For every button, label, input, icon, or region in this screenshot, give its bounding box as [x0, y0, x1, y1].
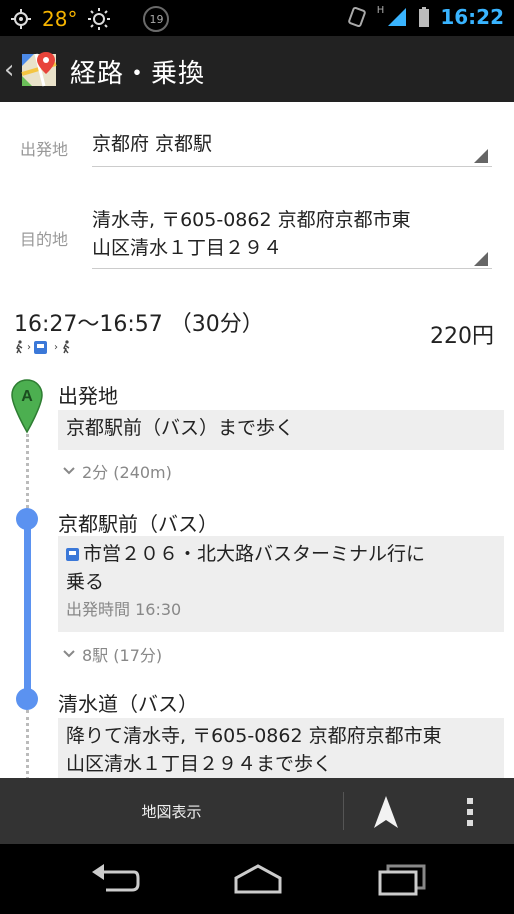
- origin-underline: [92, 166, 492, 167]
- destination-underline: [92, 268, 492, 269]
- action-bar: ‹ 経路・乗換: [0, 36, 514, 102]
- home-icon[interactable]: [230, 862, 286, 896]
- step-instruction-box[interactable]: 市営２０６・北大路バスターミナル行に 乗る 出発時間 16:30: [58, 536, 504, 632]
- origin-value: 京都府 京都駅: [92, 133, 213, 155]
- chevron-down-icon: [63, 467, 75, 475]
- bus-segment-line: [24, 518, 31, 700]
- bottom-action-bar: 地図表示: [0, 778, 514, 844]
- network-type: H: [376, 5, 385, 16]
- clock: 16:22: [440, 5, 504, 29]
- step-instruction-box[interactable]: 降りて清水寺, 〒605-0862 京都府京都市東 山区清水１丁目２９４まで歩く: [58, 718, 504, 780]
- step-instruction: 京都駅前（バス）まで歩く: [66, 417, 295, 439]
- overflow-menu-icon[interactable]: [458, 792, 482, 832]
- walk-icon: [63, 340, 70, 354]
- start-marker-label: A: [21, 388, 33, 405]
- step-title: 京都駅前（バス）: [58, 512, 218, 536]
- step-instruction: 降りて清水寺, 〒605-0862 京都府京都市東 山区清水１丁目２９４まで歩く: [58, 718, 504, 782]
- step-meta-text: 8駅 (17分): [82, 646, 163, 665]
- chevron-down-icon: [63, 650, 75, 658]
- step-instruction-line2: 山区清水１丁目２９４まで歩く: [66, 753, 333, 775]
- divider: [343, 792, 344, 830]
- walk-segment-line: [26, 710, 29, 780]
- step-title: 清水道（バス）: [58, 692, 198, 716]
- bus-icon: [34, 340, 47, 354]
- step-instruction-line1: 降りて清水寺, 〒605-0862 京都府京都市東: [66, 725, 442, 747]
- back-icon[interactable]: [88, 862, 140, 896]
- step-meta[interactable]: 8駅 (17分): [62, 642, 162, 666]
- maps-app-icon[interactable]: [20, 50, 60, 90]
- step-meta[interactable]: 2分 (240m): [62, 459, 172, 483]
- departure-time: 出発時間 16:30: [66, 600, 182, 619]
- stop-dot: [16, 688, 38, 710]
- temperature: 28°: [42, 7, 78, 31]
- step-instruction-line1: 市営２０６・北大路バスターミナル行に: [83, 543, 426, 565]
- route-time-range: 16:27〜16:57 （30分）: [14, 312, 264, 337]
- route-fare: 220円: [430, 324, 494, 349]
- step-instruction-line2: 乗る: [66, 571, 105, 593]
- destination-line2: 山区清水１丁目２９４: [92, 237, 283, 259]
- walk-segment-line: [26, 434, 29, 514]
- stop-dot: [16, 508, 38, 530]
- step-instruction-box[interactable]: 京都駅前（バス）まで歩く: [58, 410, 504, 450]
- start-marker-icon: A: [11, 379, 43, 434]
- route-mode-icons: › ›: [14, 340, 71, 354]
- rotate-icon: [347, 6, 366, 28]
- screen: 28° 19 H 16:22 ‹ 経路・乗換 出発地 京都府 京都駅 目的地 清…: [0, 0, 514, 914]
- recent-apps-icon[interactable]: [376, 862, 428, 896]
- destination-label: 目的地: [20, 230, 69, 249]
- walk-icon: [16, 340, 23, 354]
- destination-line1: 清水寺, 〒605-0862 京都府京都市東: [92, 209, 411, 231]
- signal-icon: [388, 8, 407, 26]
- origin-dropdown-icon[interactable]: [474, 149, 488, 163]
- step-title: 出発地: [58, 384, 118, 408]
- map-view-button[interactable]: 地図表示: [0, 778, 343, 844]
- destination-value: 清水寺, 〒605-0862 京都府京都市東 山区清水１丁目２９４: [92, 206, 411, 262]
- status-bar: 28° 19 H 16:22: [0, 0, 514, 36]
- sun-icon: [88, 8, 111, 30]
- notification-badge: 19: [143, 6, 170, 32]
- battery-icon: [419, 7, 430, 27]
- step-meta-text: 2分 (240m): [82, 463, 172, 482]
- bus-icon: [66, 548, 79, 561]
- navigation-arrow-icon[interactable]: [364, 792, 408, 832]
- step-instruction: 市営２０６・北大路バスターミナル行に 乗る: [58, 536, 504, 596]
- origin-label: 出発地: [20, 140, 69, 159]
- page-title: 経路・乗換: [70, 59, 206, 89]
- gps-icon: [11, 9, 31, 29]
- destination-dropdown-icon[interactable]: [474, 252, 488, 266]
- system-nav-bar: [0, 844, 514, 914]
- back-chevron-icon[interactable]: ‹: [4, 55, 14, 85]
